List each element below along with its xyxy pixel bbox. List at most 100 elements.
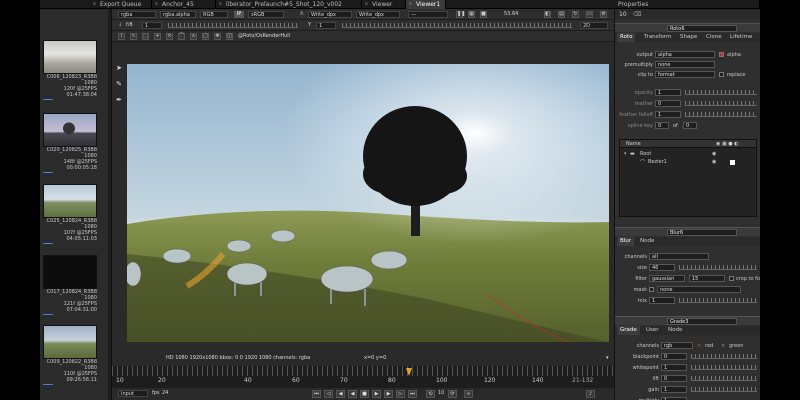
input-a-select[interactable]: Write_dpx <box>308 11 352 18</box>
tree-item-bezier[interactable]: ⌒ Bezier1 ◉ <box>622 159 754 166</box>
panel-count[interactable]: 10 <box>619 11 627 18</box>
tab-viewer1[interactable]: x Viewer1 <box>406 0 446 9</box>
whitepoint-slider[interactable] <box>691 365 757 370</box>
bezier-color-swatch[interactable] <box>730 160 735 165</box>
roto-node-header[interactable]: Roto6 <box>615 23 760 32</box>
mask-checkbox[interactable] <box>649 287 654 292</box>
label-icon[interactable]: ◫ <box>226 33 233 40</box>
blur-size-input[interactable]: 46 <box>649 264 675 271</box>
clip-to-select[interactable]: format <box>655 71 715 78</box>
red-check-icon[interactable]: ✕ <box>697 343 701 349</box>
tab-grade-node[interactable]: Node <box>665 326 685 335</box>
gain-slider[interactable] <box>691 387 757 392</box>
bezier-visibility-icon[interactable]: ◉ <box>712 159 716 165</box>
wipe-mode-select[interactable]: — <box>408 11 448 18</box>
blackpoint-input[interactable]: 0 <box>661 353 687 360</box>
feather-falloff-slider[interactable] <box>685 112 757 117</box>
tab-blur[interactable]: Blur <box>617 237 635 246</box>
blur-channels-select[interactable]: all <box>649 253 709 260</box>
ip-toggle[interactable]: IP <box>234 11 244 18</box>
alpha-channel-select[interactable]: rgba.alpha <box>160 11 196 18</box>
root-visibility-icon[interactable]: ◉ <box>712 151 716 157</box>
blur-mix-input[interactable]: 1 <box>649 297 675 304</box>
gamma-slider[interactable] <box>342 23 572 28</box>
opacity-input[interactable]: 1 <box>655 89 681 96</box>
feather-falloff-input[interactable]: 1 <box>655 111 681 118</box>
clip-item[interactable]: C020_120825_R3B8 1080 148f @25FPS 00:00:… <box>43 113 109 173</box>
select-tool-icon[interactable]: ➤ <box>115 64 123 72</box>
tab-transform[interactable]: Transform <box>641 33 674 42</box>
gain-slider[interactable] <box>168 23 298 28</box>
whitepoint-input[interactable]: 1 <box>661 364 687 371</box>
play-back-icon[interactable]: ◀ <box>348 390 357 398</box>
output-select[interactable]: alpha <box>655 51 715 58</box>
curve-icon[interactable]: ∿ <box>130 33 137 40</box>
blackpoint-slider[interactable] <box>691 354 757 359</box>
tab-anchor[interactable]: x Anchor_45 <box>152 0 216 9</box>
next-key-icon[interactable]: ▷ <box>396 390 405 398</box>
tab-viewer[interactable]: x Viewer <box>362 0 406 9</box>
premultiply-select[interactable]: none <box>655 61 715 68</box>
overlay-icon[interactable]: ◧ <box>544 11 551 18</box>
stop-icon[interactable]: ■ <box>360 390 369 398</box>
view-mode-select[interactable]: 2D <box>580 22 608 29</box>
blur-size-slider[interactable] <box>679 265 757 270</box>
tab-node[interactable]: Node <box>637 237 657 246</box>
grade-node-header[interactable]: Grade3 <box>615 316 760 325</box>
lock-icon[interactable]: ▤ <box>558 11 565 18</box>
gain-input[interactable]: 1 <box>661 386 687 393</box>
refresh-icon[interactable]: ↻ <box>572 11 579 18</box>
clip-item[interactable]: C009_120822_R3B8 1080 110f @25FPS 09:26:… <box>43 325 109 385</box>
clear-panels-icon[interactable]: ⌫ <box>633 11 641 18</box>
tab-liberator-script[interactable]: x liberator_Prelaunch#5_Shot_120_v002 <box>216 0 362 9</box>
smooth-icon[interactable]: ⌒ <box>178 33 185 40</box>
step-back-icon[interactable]: ⟲ <box>426 390 435 398</box>
channel-set-select[interactable]: rgba <box>118 11 156 18</box>
input-b-select[interactable]: Write_dpx <box>356 11 400 18</box>
pen-tool-icon[interactable]: ✒ <box>115 96 123 104</box>
select-all-icon[interactable]: ⬚ <box>142 33 149 40</box>
clip-item[interactable]: C025_120824_R3B8 1080 107f @25FPS 04:05:… <box>43 184 109 244</box>
blur-mix-slider[interactable] <box>679 298 757 303</box>
green-check-icon[interactable]: ✕ <box>721 343 725 349</box>
blur-mask-select[interactable]: none <box>657 286 741 293</box>
tab-lifetime[interactable]: Lifetime <box>727 33 755 42</box>
cusp-icon[interactable]: ∧ <box>190 33 197 40</box>
bbox-icon[interactable]: ▢ <box>202 33 209 40</box>
tab-properties[interactable]: Properties <box>614 0 760 9</box>
clip-item[interactable]: C006_120823_R3B8 1080 120f @25FPS 01:47:… <box>43 40 109 100</box>
play-icon[interactable]: ▶ <box>372 390 381 398</box>
colorspace-a-select[interactable]: RGB <box>200 11 228 18</box>
viewer-image[interactable] <box>127 64 609 342</box>
tab-shape[interactable]: Shape <box>677 33 700 42</box>
fps-value[interactable]: 24 <box>162 390 168 397</box>
grid-icon[interactable]: ▦ <box>468 11 475 18</box>
audio-icon[interactable]: ♪ <box>586 390 595 398</box>
tab-clone[interactable]: Clone <box>703 33 725 42</box>
tab-grade[interactable]: Grade <box>617 326 640 335</box>
blur-node-header[interactable]: Blur6 <box>615 227 760 236</box>
tree-item-root[interactable]: ▾ ▬ Root ◉ <box>622 151 754 158</box>
replace-checkbox[interactable] <box>719 72 724 77</box>
blur-quality-input[interactable]: 15 <box>689 275 725 282</box>
opacity-slider[interactable] <box>685 90 757 95</box>
cache-icon[interactable]: ■ <box>480 11 487 18</box>
blur-node-name[interactable]: Blur6 <box>667 229 737 236</box>
blur-filter-select[interactable]: gaussian <box>649 275 685 282</box>
monitor-icon[interactable]: ▭ <box>586 11 593 18</box>
next-frame-icon[interactable]: ▶ <box>384 390 393 398</box>
timeline-ruler[interactable]: 10 20 40 60 70 80 100 120 140 21-132 <box>112 366 614 388</box>
crop-checkbox[interactable] <box>729 276 734 281</box>
transform-icon[interactable]: ✥ <box>214 33 221 40</box>
settings-icon[interactable]: ⚙ <box>600 11 607 18</box>
clip-item[interactable]: C017_120824_R3B8 1080 121f @25FPS 07:04:… <box>43 255 109 315</box>
input-mode-select[interactable]: Input <box>118 390 148 397</box>
grade-node-name[interactable]: Grade3 <box>667 318 737 325</box>
feather-icon[interactable]: ⌇ <box>118 33 125 40</box>
last-frame-icon[interactable]: ⏭ <box>408 390 417 398</box>
step-forward-icon[interactable]: ⟳ <box>448 390 457 398</box>
lift-slider[interactable] <box>691 376 757 381</box>
spline-key-input[interactable]: 0 <box>655 122 669 129</box>
lift-input[interactable]: 0 <box>661 375 687 382</box>
prev-frame-icon[interactable]: ◀ <box>336 390 345 398</box>
